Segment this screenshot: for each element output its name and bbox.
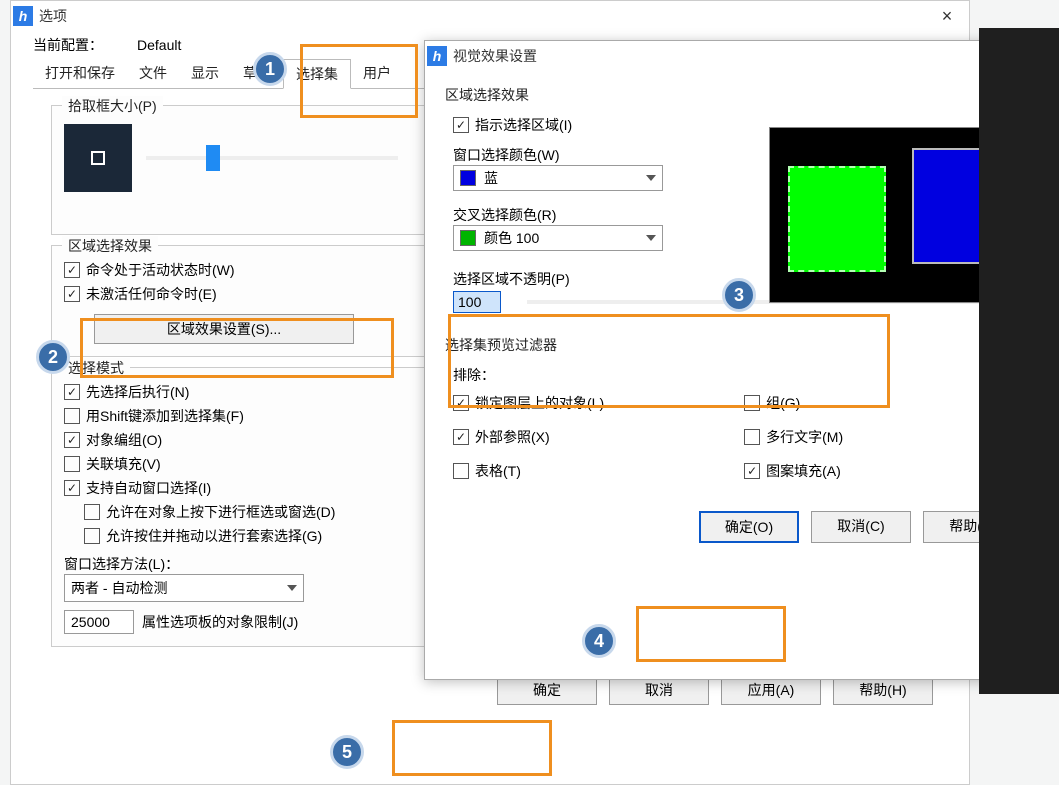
chevron-down-icon	[646, 235, 656, 241]
window-method-combo[interactable]: 两者 - 自动检测	[64, 574, 304, 602]
tab-display[interactable]: 显示	[179, 59, 231, 88]
chevron-down-icon	[287, 585, 297, 591]
pickbox-group: 拾取框大小(P)	[51, 105, 431, 235]
chk-no-active-cmd[interactable]	[64, 286, 80, 302]
main-window-title: 选项	[39, 6, 927, 26]
window-method-label: 窗口选择方法(L)：	[64, 554, 418, 574]
chk-assocfill[interactable]	[64, 456, 80, 472]
pickbox-preview	[64, 124, 132, 192]
lbl-framepress: 允许在对象上按下进行框选或窗选(D)	[106, 502, 335, 522]
color-swatch-green	[460, 230, 476, 246]
preview-crossing-green	[788, 166, 886, 272]
chk-table[interactable]	[453, 463, 469, 479]
lbl-xref: 外部参照(X)	[475, 427, 550, 447]
sec-ok-button[interactable]: 确定(O)	[699, 511, 799, 543]
area-effect-title: 区域选择效果	[62, 236, 158, 256]
lbl-autowin: 支持自动窗口选择(I)	[86, 478, 211, 498]
app-icon: h	[13, 6, 33, 26]
color-swatch-blue	[460, 170, 476, 186]
area-effect-group: 区域选择效果 命令处于活动状态时(W) 未激活任何命令时(E) 区域效果设置(S…	[51, 245, 431, 357]
chk-hatch[interactable]	[744, 463, 760, 479]
pickbox-title: 拾取框大小(P)	[62, 96, 163, 116]
opacity-field[interactable]: 100	[453, 291, 501, 313]
area-effect-settings-button[interactable]: 区域效果设置(S)...	[94, 314, 354, 344]
callout-3: 3	[722, 278, 756, 312]
tab-open-save[interactable]: 打开和保存	[33, 59, 127, 88]
main-titlebar: h 选项 ×	[11, 1, 969, 31]
callout-1: 1	[253, 52, 287, 86]
visual-effect-window: h 视觉效果设置 × 区域选择效果 指示选择区域(I) 窗口选择颜色(W) 蓝 …	[424, 40, 1052, 680]
tab-selection-set[interactable]: 选择集	[283, 59, 351, 89]
app-icon: h	[427, 46, 447, 66]
chk-draglasso[interactable]	[84, 528, 100, 544]
callout-2: 2	[36, 340, 70, 374]
chk-preexec[interactable]	[64, 384, 80, 400]
cross-color-value: 颜色 100	[484, 228, 539, 248]
lbl-objgroup: 对象编组(O)	[86, 430, 162, 450]
tab-user[interactable]: 用户	[351, 59, 403, 88]
filter-exclude-label: 排除：	[453, 365, 1033, 385]
sec-titlebar: h 视觉效果设置 ×	[425, 41, 1051, 71]
lbl-locked: 锁定图层上的对象(L)	[475, 393, 604, 413]
current-config-label: 当前配置：	[33, 35, 103, 55]
window-method-value: 两者 - 自动检测	[71, 578, 167, 598]
chevron-down-icon	[646, 175, 656, 181]
sec-cancel-button[interactable]: 取消(C)	[811, 511, 911, 543]
lbl-preexec: 先选择后执行(N)	[86, 382, 189, 402]
chk-framepress[interactable]	[84, 504, 100, 520]
tab-file[interactable]: 文件	[127, 59, 179, 88]
chk-xref[interactable]	[453, 429, 469, 445]
pickbox-slider[interactable]	[146, 156, 398, 160]
lbl-no-active-cmd: 未激活任何命令时(E)	[86, 284, 217, 304]
object-limit-field[interactable]: 25000	[64, 610, 134, 634]
chk-mtext[interactable]	[744, 429, 760, 445]
window-color-combo[interactable]: 蓝	[453, 165, 663, 191]
lbl-group: 组(G)	[766, 393, 800, 413]
chk-indicate-area[interactable]	[453, 117, 469, 133]
chk-shiftadd[interactable]	[64, 408, 80, 424]
lbl-mtext: 多行文字(M)	[766, 427, 843, 447]
window-color-value: 蓝	[484, 168, 498, 188]
sec-bottom-buttons: 确定(O) 取消(C) 帮助(H)	[445, 485, 1033, 551]
lbl-draglasso: 允许按住并拖动以进行套索选择(G)	[106, 526, 322, 546]
lbl-assocfill: 关联填充(V)	[86, 454, 161, 474]
filter-header: 选择集预览过滤器	[445, 335, 1033, 355]
lbl-indicate-area: 指示选择区域(I)	[475, 115, 572, 135]
callout-5: 5	[330, 735, 364, 769]
lbl-table: 表格(T)	[475, 461, 521, 481]
area-effect-label: 区域选择效果	[445, 85, 1033, 105]
dark-background-strip	[979, 28, 1059, 694]
chk-objgroup[interactable]	[64, 432, 80, 448]
callout-4: 4	[582, 624, 616, 658]
filter-columns: 锁定图层上的对象(L) 外部参照(X) 表格(T) 组(G) 多行文字(M) 图…	[453, 389, 1033, 485]
current-config-value: Default	[137, 37, 181, 53]
lbl-shiftadd: 用Shift键添加到选择集(F)	[86, 406, 244, 426]
lbl-active-cmd: 命令处于活动状态时(W)	[86, 260, 235, 280]
object-limit-label: 属性选项板的对象限制(J)	[142, 612, 298, 632]
select-mode-group: 选择模式 先选择后执行(N) 用Shift键添加到选择集(F) 对象编组(O) …	[51, 367, 431, 647]
sec-window-title: 视觉效果设置	[453, 46, 1009, 66]
chk-group[interactable]	[744, 395, 760, 411]
chk-autowin[interactable]	[64, 480, 80, 496]
select-mode-title: 选择模式	[62, 358, 130, 378]
chk-locked[interactable]	[453, 395, 469, 411]
lbl-hatch: 图案填充(A)	[766, 461, 841, 481]
close-icon[interactable]: ×	[927, 2, 967, 30]
cross-color-combo[interactable]: 颜色 100	[453, 225, 663, 251]
chk-active-cmd[interactable]	[64, 262, 80, 278]
